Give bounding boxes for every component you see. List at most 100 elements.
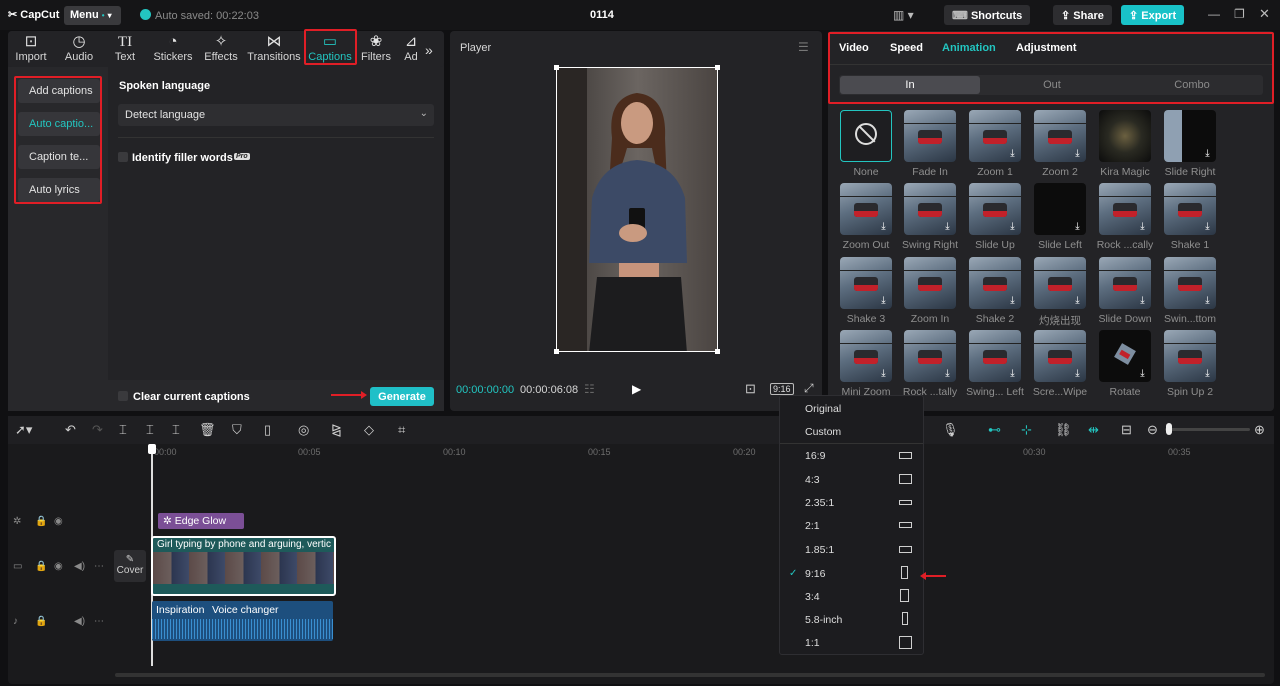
play-icon[interactable]: ▶ [632, 382, 641, 396]
link-icon[interactable]: ⛓ [1055, 422, 1072, 438]
split-icon[interactable]: ⌶ [119, 422, 127, 438]
redo-icon[interactable]: ↷ [92, 422, 103, 438]
minimize-icon[interactable]: — [1208, 7, 1220, 21]
animation-preset-tile[interactable]: ⤓ [969, 330, 1021, 382]
animation-preset-tile[interactable]: ⤓ [1164, 183, 1216, 235]
tab-import[interactable]: ⊡ Import [8, 33, 54, 63]
preview-axis-icon[interactable]: ⇹ [1088, 422, 1099, 438]
freeze-icon[interactable]: ▯ [264, 422, 271, 438]
tab-text[interactable]: TI Text [102, 33, 148, 63]
tab-audio[interactable]: ◷ Audio [56, 33, 102, 63]
animation-preset-tile[interactable]: ⤓ [840, 257, 892, 309]
close-icon[interactable]: ✕ [1259, 6, 1270, 22]
generate-button[interactable]: Generate [370, 387, 434, 406]
animation-preset-tile[interactable] [1099, 110, 1151, 162]
animation-preset-tile[interactable]: ⤓ [969, 183, 1021, 235]
animation-preset-tile[interactable] [904, 110, 956, 162]
cover-button[interactable]: ✎ Cover [114, 550, 146, 582]
cursor-icon[interactable]: ➚▾ [15, 422, 32, 438]
split-right-icon[interactable]: ⌶ [172, 422, 180, 438]
export-button[interactable]: ⇪ Export [1121, 5, 1185, 25]
effect-clip[interactable]: ✲ Edge Glow [158, 513, 244, 529]
snap-icon[interactable]: ⊹ [1021, 422, 1032, 438]
lock-icon[interactable]: 🔒 [35, 561, 47, 572]
animation-preset-tile[interactable]: ⤓ [1099, 183, 1151, 235]
ratio-option-custom[interactable]: Custom [805, 426, 841, 438]
rotate-icon[interactable]: ◇ [364, 422, 374, 438]
language-select[interactable]: Detect language ⌄ [118, 104, 434, 126]
animation-preset-tile[interactable]: ⤓ [1099, 257, 1151, 309]
zoom-slider[interactable] [1165, 428, 1250, 431]
mirror-icon[interactable]: ⧎ [331, 422, 342, 438]
fit-icon[interactable]: ⊡ [745, 381, 756, 397]
audio-clip[interactable]: Inspiration Voice changer [152, 601, 333, 641]
animation-preset-tile[interactable]: ⤓ [1164, 110, 1216, 162]
more-tabs-icon[interactable]: » [425, 42, 433, 58]
crop-icon[interactable]: ⌗ [398, 422, 405, 438]
ratio-option-185-1[interactable]: 1.85:1 [805, 544, 834, 556]
speaker-icon[interactable]: ◀) [74, 616, 85, 627]
animation-preset-tile[interactable]: ⤓ [840, 183, 892, 235]
animation-preset-tile[interactable] [904, 257, 956, 309]
tab-effects[interactable]: ✧ Effects [198, 33, 244, 63]
timeline-scrollbar[interactable] [115, 673, 1265, 677]
video-preview[interactable] [556, 67, 718, 352]
share-button[interactable]: ⇪ Share [1053, 5, 1112, 25]
animation-preset-tile[interactable]: ⤓ [904, 330, 956, 382]
filler-words-checkbox[interactable] [118, 152, 128, 162]
animation-preset-tile[interactable]: ⤓ [1034, 110, 1086, 162]
tab-adjust[interactable]: ⊿ Ad [398, 33, 424, 63]
menu-button[interactable]: Menu • ▾ [64, 6, 121, 25]
animation-preset-tile[interactable]: ⤓ [969, 257, 1021, 309]
playhead-handle[interactable] [148, 444, 156, 454]
zoom-in-icon[interactable]: ⊕ [1254, 422, 1265, 438]
resize-handle[interactable] [715, 65, 720, 70]
more-icon[interactable]: ⋯ [94, 616, 104, 627]
resize-handle[interactable] [554, 65, 559, 70]
shortcuts-button[interactable]: ⌨ Shortcuts [944, 5, 1031, 25]
magnet-icon[interactable]: ⊷ [988, 422, 1001, 438]
eye-icon[interactable]: ◉ [54, 516, 63, 527]
ratio-option-16-9[interactable]: 16:9 [805, 450, 825, 462]
mark-icon[interactable]: ⛉ [232, 422, 242, 438]
tab-stickers[interactable]: ◔ Stickers [150, 33, 196, 63]
animation-preset-tile[interactable]: ⤓ [1034, 330, 1086, 382]
more-icon[interactable]: ⋯ [94, 561, 104, 572]
tab-filters[interactable]: ❀ Filters [356, 33, 396, 63]
reverse-icon[interactable]: ◎ [298, 422, 309, 438]
ratio-option-235-1[interactable]: 2.35:1 [805, 497, 834, 509]
layout-icon[interactable]: ▥ ▾ [893, 8, 914, 22]
ratio-option-1-1[interactable]: 1:1 [805, 637, 820, 649]
restore-icon[interactable]: ❐ [1234, 7, 1245, 21]
split-left-icon[interactable]: ⌶ [146, 422, 154, 438]
resize-handle[interactable] [554, 349, 559, 354]
clear-captions-checkbox[interactable] [118, 391, 128, 401]
animation-preset-tile[interactable]: ⤓ [1099, 330, 1151, 382]
animation-preset-tile[interactable] [840, 110, 892, 162]
ratio-button[interactable]: 9:16 [770, 383, 794, 395]
animation-preset-tile[interactable]: ⤓ [840, 330, 892, 382]
ratio-option-3-4[interactable]: 3:4 [805, 591, 820, 603]
resize-handle[interactable] [715, 349, 720, 354]
zoom-slider-handle[interactable] [1166, 423, 1172, 435]
animation-preset-tile[interactable]: ⤓ [1164, 330, 1216, 382]
tab-transitions[interactable]: ⋈ Transitions [246, 33, 302, 63]
ratio-option-original[interactable]: Original [805, 403, 841, 415]
player-menu-icon[interactable]: ☰ [798, 40, 809, 54]
timeline-view-icon[interactable]: ☷ [584, 382, 595, 396]
animation-preset-tile[interactable]: ⤓ [1034, 257, 1086, 309]
animation-preset-tile[interactable]: ⤓ [904, 183, 956, 235]
eye-icon[interactable]: ◉ [54, 561, 63, 572]
ratio-option-4-3[interactable]: 4:3 [805, 474, 820, 486]
video-clip[interactable]: Girl typing by phone and arguing, vertic [151, 536, 336, 596]
speaker-icon[interactable]: ◀) [74, 561, 85, 572]
zoom-out-icon[interactable]: ⊖ [1147, 422, 1158, 438]
undo-icon[interactable]: ↶ [65, 422, 76, 438]
fullscreen-icon[interactable]: ⤢ [804, 381, 814, 396]
ratio-option-9-16[interactable]: 9:16 [805, 568, 825, 580]
ratio-option-5-8-inch[interactable]: 5.8-inch [805, 614, 842, 626]
caption-track-icon[interactable]: ⊟ [1121, 422, 1132, 438]
ratio-option-2-1[interactable]: 2:1 [805, 520, 820, 532]
animation-preset-tile[interactable]: ⤓ [1164, 257, 1216, 309]
lock-icon[interactable]: 🔒 [35, 516, 47, 527]
